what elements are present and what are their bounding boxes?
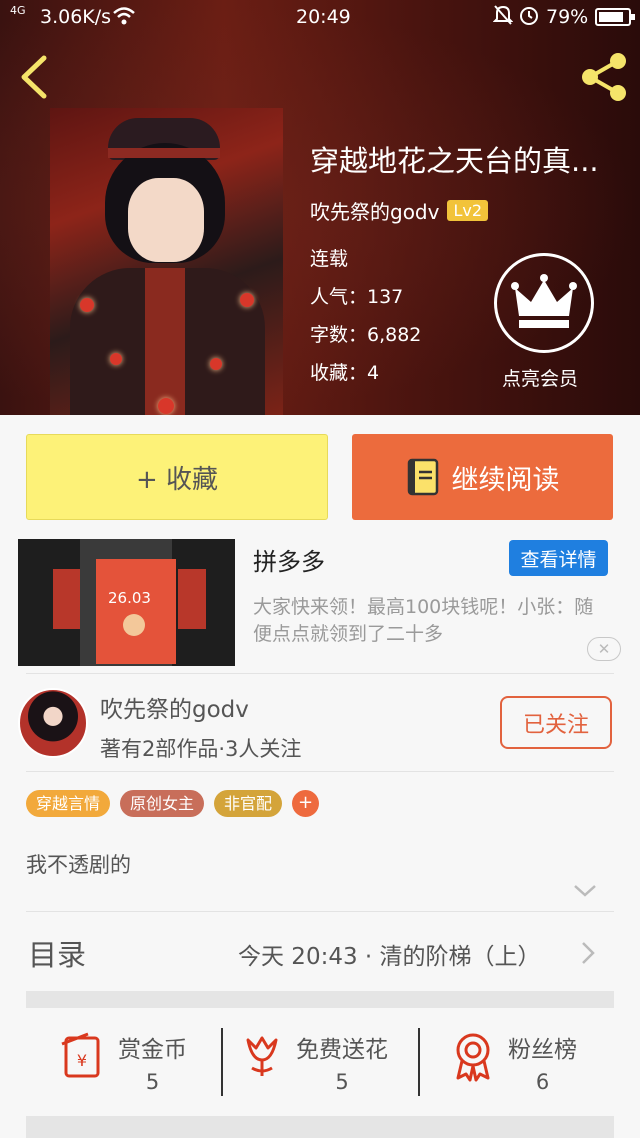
book-summary: 我不透剧的: [26, 853, 131, 877]
add-favorite-button[interactable]: + 收藏: [26, 434, 328, 520]
ad-amount: 26.03: [108, 589, 151, 607]
free-flowers-label: 免费送花: [296, 1037, 388, 1063]
continue-reading-button[interactable]: 继续阅读: [352, 434, 613, 520]
ad-image[interactable]: 26.03: [18, 539, 235, 666]
fan-ranking-value: 6: [535, 1070, 550, 1094]
latest-chapter[interactable]: 今天 20:43 · 清的阶梯（上）: [238, 937, 541, 971]
free-flowers[interactable]: 免费送花 5: [242, 1030, 388, 1094]
back-icon[interactable]: [14, 52, 54, 102]
follow-button[interactable]: 已关注: [500, 696, 612, 749]
signal-icon: 4G: [10, 4, 26, 17]
ad-close-button[interactable]: ✕: [587, 637, 621, 661]
catalog-label[interactable]: 目录: [28, 932, 86, 974]
view-details-button[interactable]: 查看详情: [509, 540, 608, 576]
network-speed: 3.06K/s: [40, 6, 112, 28]
share-icon[interactable]: [578, 50, 630, 104]
divider: [221, 1028, 223, 1096]
section-spacer: [26, 1116, 614, 1138]
svg-text:¥: ¥: [77, 1051, 87, 1070]
level-badge: Lv2: [447, 200, 489, 221]
vip-label[interactable]: 点亮会员: [502, 364, 578, 391]
author-card-name[interactable]: 吹先祭的godv: [100, 690, 249, 724]
reward-coins[interactable]: ¥ 赏金币 5: [58, 1030, 187, 1094]
ad-description[interactable]: 大家快来领！最高100块钱呢！小张：随便点点就领到了二十多: [253, 594, 603, 648]
status-bar: 4G 3.06K/s 20:49 79%: [0, 0, 640, 34]
red-envelope-icon: ¥: [61, 1032, 100, 1078]
word-count-stat: 字数：6,882: [310, 324, 422, 346]
chevron-down-icon[interactable]: [572, 880, 598, 900]
fan-ranking[interactable]: 粉丝榜 6: [452, 1030, 577, 1094]
mute-icon: [493, 5, 513, 25]
book-icon: [407, 458, 438, 496]
section-spacer: [26, 991, 614, 1008]
tag-list: 穿越言情 原创女主 非官配 +: [26, 790, 320, 817]
wifi-icon: [113, 7, 135, 25]
free-flowers-value: 5: [335, 1070, 349, 1094]
fan-ranking-label: 粉丝榜: [508, 1037, 577, 1063]
author-card-meta: 著有2部作品·3人关注: [100, 737, 302, 761]
battery-percent: 79%: [546, 6, 589, 28]
crown-icon: [511, 274, 577, 328]
reward-coins-label: 赏金币: [118, 1037, 187, 1063]
author-name: 吹先祭的godv: [310, 200, 440, 224]
add-tag-button[interactable]: +: [292, 790, 320, 817]
reward-coins-value: 5: [145, 1070, 160, 1094]
serial-status: 连载: [310, 248, 349, 270]
flower-icon: [246, 1036, 278, 1076]
divider: [26, 911, 614, 912]
divider: [26, 673, 614, 674]
book-title: 穿越地花之天台的真...: [310, 144, 599, 178]
divider: [418, 1028, 420, 1096]
tag-item[interactable]: 穿越言情: [26, 790, 111, 817]
ad-title[interactable]: 拼多多: [253, 542, 325, 577]
battery-icon: [595, 8, 635, 26]
divider: [26, 771, 614, 772]
vip-button[interactable]: [494, 253, 594, 353]
chevron-right-icon[interactable]: [580, 940, 596, 966]
popularity-stat: 人气：137: [310, 286, 404, 308]
tag-item[interactable]: 原创女主: [120, 790, 205, 817]
favorites-stat: 收藏：4: [310, 362, 380, 384]
tag-item[interactable]: 非官配: [214, 790, 283, 817]
medal-icon: [456, 1033, 490, 1082]
book-cover[interactable]: [50, 108, 283, 415]
author-avatar[interactable]: [18, 688, 88, 758]
alarm-icon: [520, 7, 538, 25]
book-author[interactable]: 吹先祭的godv Lv2: [310, 196, 489, 225]
clock: 20:49: [296, 6, 351, 28]
continue-reading-label: 继续阅读: [451, 464, 560, 496]
